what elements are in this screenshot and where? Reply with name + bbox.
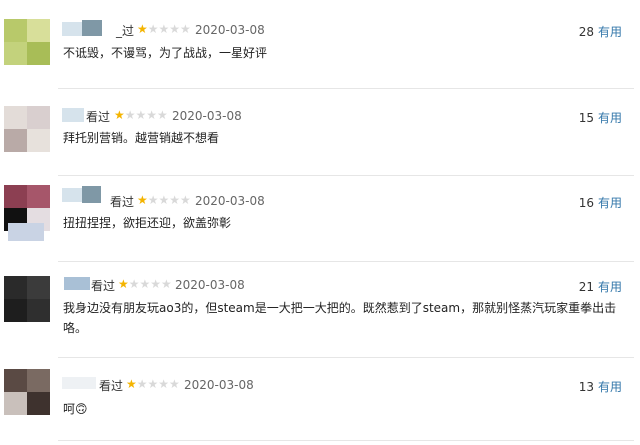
username-blur[interactable] <box>62 188 82 202</box>
useful-button[interactable]: 有用 <box>598 280 622 294</box>
review-item: 看过 ★★★★★ 2020-03-08 21 有用 我身边没有朋友玩ao3的，但s… <box>0 261 640 357</box>
star-rating: ★★★★★ <box>126 377 180 391</box>
username-blur[interactable] <box>82 186 101 203</box>
avatar[interactable] <box>4 369 50 415</box>
useful-button[interactable]: 有用 <box>598 380 622 394</box>
star-rating: ★★★★★ <box>114 108 168 122</box>
review-text: 拜托别营销。越营销越不想看 <box>63 131 220 145</box>
review-item: 看过 ★★★★★ 2020-03-08 13 有用 呵🙃 <box>0 357 640 445</box>
watch-status: 看过 <box>91 279 116 293</box>
useful-button[interactable]: 有用 <box>598 111 622 125</box>
divider <box>58 440 634 441</box>
vote-count: 15 有用 <box>578 111 622 125</box>
username-blur[interactable] <box>82 20 102 36</box>
username-blur[interactable] <box>62 377 96 389</box>
review-text: 不诋毁，不谩骂，为了战战，一星好评 <box>63 46 268 60</box>
watch-status: 看过 <box>86 110 111 124</box>
vote-count: 28 有用 <box>578 25 622 39</box>
watch-status: 看过 <box>99 379 124 393</box>
watch-status: 看过 <box>110 195 135 209</box>
vote-count: 16 有用 <box>578 196 622 210</box>
review-item: 看过 ★★★★★ 2020-03-08 16 有用 扭扭捏捏，欲拒还迎，欲盖弥彰 <box>0 175 640 261</box>
review-date: 2020-03-08 <box>172 109 242 123</box>
vote-count: 13 有用 <box>578 380 622 394</box>
review-date: 2020-03-08 <box>175 278 245 292</box>
review-text: 扭扭捏捏，欲拒还迎，欲盖弥彰 <box>63 216 232 230</box>
username-blur[interactable] <box>62 22 82 36</box>
watch-status: _过 <box>116 24 135 38</box>
review-date: 2020-03-08 <box>195 194 265 208</box>
username-blur[interactable] <box>64 277 90 290</box>
useful-button[interactable]: 有用 <box>598 25 622 39</box>
review-date: 2020-03-08 <box>195 23 265 37</box>
star-rating: ★★★★★ <box>118 277 172 291</box>
review-item: _过 ★★★★★ 2020-03-08 28 有用 不诋毁，不谩骂，为了战战，一星… <box>0 0 640 90</box>
avatar[interactable] <box>4 106 50 152</box>
useful-button[interactable]: 有用 <box>598 196 622 210</box>
star-rating: ★★★★★ <box>137 193 191 207</box>
avatar[interactable] <box>4 276 50 322</box>
star-rating: ★★★★★ <box>137 22 191 36</box>
review-text: 呵🙃 <box>63 402 88 416</box>
avatar[interactable] <box>4 19 50 65</box>
review-item: 看过 ★★★★★ 2020-03-08 15 有用 拜托别营销。越营销越不想看 <box>0 88 640 175</box>
avatar-blur <box>8 223 44 241</box>
review-text: 我身边没有朋友玩ao3的，但steam是一大把一大把的。既然惹到了steam，那… <box>63 301 617 335</box>
review-date: 2020-03-08 <box>184 378 254 392</box>
vote-count: 21 有用 <box>578 280 622 294</box>
username-blur[interactable] <box>62 108 84 122</box>
